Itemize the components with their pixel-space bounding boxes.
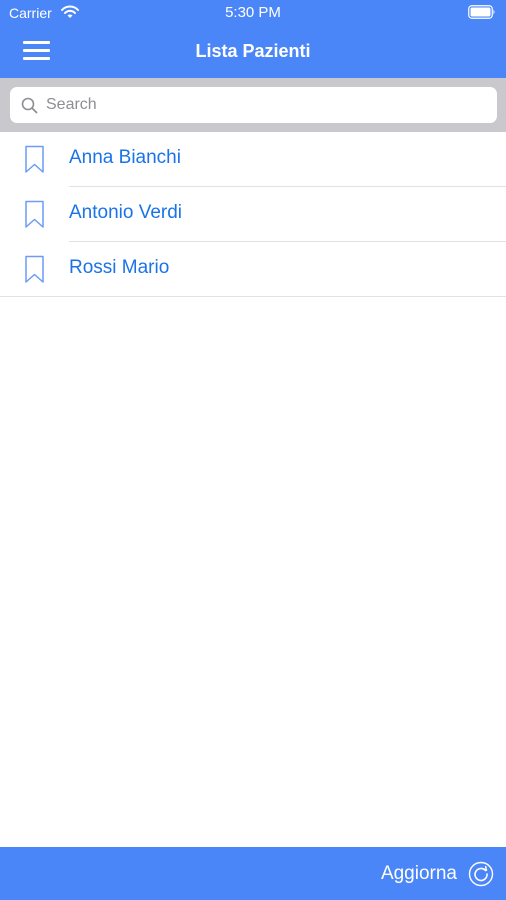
- patient-name: Antonio Verdi: [69, 202, 183, 223]
- row-separator: [0, 296, 506, 297]
- patient-name: Rossi Mario: [69, 257, 170, 278]
- bottom-toolbar: Aggiorna: [0, 847, 506, 900]
- clock: 5:30 PM: [225, 4, 281, 21]
- refresh-label: Aggiorna: [380, 863, 457, 884]
- bookmark-icon: [25, 145, 44, 173]
- search-input[interactable]: [46, 91, 486, 119]
- battery-icon: [468, 5, 495, 19]
- patient-list-item[interactable]: Anna Bianchi: [0, 132, 506, 187]
- bookmark-icon: [25, 255, 44, 283]
- refresh-button[interactable]: Aggiorna: [381, 859, 494, 889]
- patient-list: Anna Bianchi Antonio Verdi Rossi Mario: [0, 132, 506, 297]
- navigation-bar: Lista Pazienti: [0, 26, 506, 78]
- search-icon: [21, 97, 38, 114]
- search-bar: [0, 78, 506, 132]
- patient-name: Anna Bianchi: [69, 147, 181, 168]
- patient-list-item[interactable]: Antonio Verdi: [0, 187, 506, 242]
- page-title: Lista Pazienti: [195, 41, 311, 61]
- search-field[interactable]: [10, 87, 497, 123]
- bookmark-icon: [25, 200, 44, 228]
- status-bar: Carrier 5:30 PM: [0, 0, 506, 26]
- refresh-icon: [468, 861, 494, 887]
- header: Carrier 5:30 PM Lista Pazienti: [0, 0, 506, 78]
- patient-list-item[interactable]: Rossi Mario: [0, 242, 506, 297]
